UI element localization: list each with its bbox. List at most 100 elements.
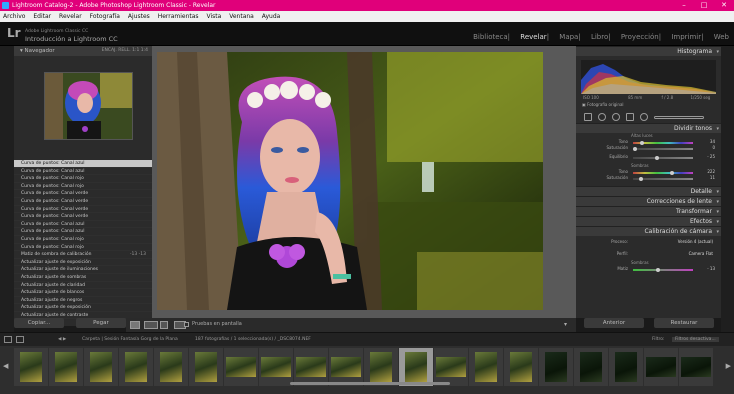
filmstrip-thumbnail[interactable] <box>189 348 223 386</box>
shadow-saturation-slider[interactable]: Saturación 11 <box>576 175 721 181</box>
toolbar-menu-icon[interactable]: ▾ <box>564 321 572 329</box>
module-imprimir[interactable]: Imprimir <box>671 33 701 41</box>
filmstrip-thumbnail[interactable] <box>609 348 643 386</box>
menu-ayuda[interactable]: Ayuda <box>262 13 281 20</box>
history-item[interactable]: Actualizar ajuste de blancos <box>14 289 152 297</box>
main-photo[interactable] <box>157 52 543 310</box>
filmstrip-thumbnail[interactable] <box>49 348 83 386</box>
history-item[interactable]: Curva de puntos: Canal rojo <box>14 244 152 252</box>
filmstrip-thumbnail[interactable] <box>644 348 678 386</box>
histogram[interactable] <box>581 60 716 94</box>
crop-tool-icon[interactable] <box>584 113 592 121</box>
filmstrip-thumbnail[interactable] <box>539 348 573 386</box>
history-item[interactable]: Curva de puntos: Canal verde <box>14 213 152 221</box>
menu-editar[interactable]: Editar <box>33 13 51 20</box>
before-after-menu-icon[interactable] <box>160 321 168 329</box>
reset-button[interactable]: Restaurar <box>654 318 714 328</box>
histogram-header[interactable]: Histograma <box>576 46 721 57</box>
calibration-tint-slider[interactable]: Matiz - 13 <box>576 266 721 272</box>
filter-select[interactable]: Filtros desactiva... <box>672 337 719 342</box>
grid-view-icon[interactable] <box>16 336 24 343</box>
filmstrip-thumbnail[interactable] <box>154 348 188 386</box>
history-item[interactable]: Curva de puntos: Canal rojo <box>14 236 152 244</box>
spot-removal-icon[interactable] <box>598 113 606 121</box>
filmstrip-thumbnail[interactable] <box>119 348 153 386</box>
filmstrip-right-arrow-icon[interactable]: ▶ <box>726 362 731 370</box>
history-item[interactable]: Curva de puntos: Canal rojo <box>14 183 152 191</box>
history-item[interactable]: Curva de puntos: Canal rojo <box>14 175 152 183</box>
history-item[interactable]: Curva de puntos: Canal azul <box>14 221 152 229</box>
menu-archivo[interactable]: Archivo <box>3 13 25 20</box>
split-toning-header[interactable]: Dividir tonos <box>576 123 721 134</box>
history-item[interactable]: Actualizar ajuste de exposición <box>14 259 152 267</box>
menu-revelar[interactable]: Revelar <box>59 13 82 20</box>
highlight-saturation-slider[interactable]: Saturación 0 <box>576 145 721 151</box>
history-item[interactable]: Curva de puntos: Canal azul <box>14 228 152 236</box>
filmstrip-thumbnail[interactable] <box>84 348 118 386</box>
filmstrip-scrollbar[interactable] <box>290 382 450 385</box>
filmstrip-thumbnail[interactable] <box>469 348 503 386</box>
history-item[interactable]: Curva de puntos: Canal azul <box>14 160 152 168</box>
filmstrip-left-arrow-icon[interactable]: ◀ <box>3 362 8 370</box>
history-item[interactable]: Actualizar ajuste de claridad <box>14 282 152 290</box>
filmstrip-thumbnail[interactable] <box>399 348 433 386</box>
history-item[interactable]: Actualizar ajuste de iluminaciones <box>14 266 152 274</box>
right-panel-edge[interactable] <box>721 46 734 346</box>
menu-herramientas[interactable]: Herramientas <box>158 13 199 20</box>
effects-header[interactable]: Efectos <box>576 216 721 227</box>
filmstrip-thumbnail[interactable] <box>434 348 468 386</box>
module-proyeccion[interactable]: Proyección <box>621 33 659 41</box>
filmstrip-thumbnail[interactable] <box>574 348 608 386</box>
maximize-button[interactable]: □ <box>694 0 714 11</box>
close-button[interactable]: ✕ <box>714 0 734 11</box>
filmstrip-thumbnail[interactable] <box>364 348 398 386</box>
before-after-icon[interactable] <box>144 321 158 329</box>
original-photo-row[interactable]: ▣ Fotografía original <box>576 102 721 109</box>
history-item[interactable]: Curva de puntos: Canal azul <box>14 168 152 176</box>
radial-filter-icon[interactable] <box>640 113 648 121</box>
loupe-view-icon[interactable] <box>130 321 140 329</box>
transform-header[interactable]: Transformar <box>576 206 721 217</box>
previous-button[interactable]: Anterior <box>584 318 644 328</box>
photo-canvas[interactable] <box>152 46 576 318</box>
minimize-button[interactable]: – <box>674 0 694 11</box>
red-eye-icon[interactable] <box>612 113 620 121</box>
history-item[interactable]: Curva de puntos: Canal verde <box>14 206 152 214</box>
history-item[interactable]: Curva de puntos: Canal verde <box>14 190 152 198</box>
navigator-preview[interactable] <box>44 72 133 140</box>
menu-ajustes[interactable]: Ajustes <box>128 13 150 20</box>
back-arrow-icon[interactable]: ◀ ▶ <box>58 337 66 342</box>
adjustment-brush-slider[interactable] <box>654 116 704 119</box>
menu-vista[interactable]: Vista <box>206 13 221 20</box>
filmstrip-thumbnail[interactable] <box>504 348 538 386</box>
navigator-zoom-options[interactable]: ENCAJ. RELL. 1:1 1:4 <box>102 46 148 56</box>
history-item[interactable]: Actualizar ajuste de sombras <box>14 274 152 282</box>
filmstrip-thumbnail[interactable] <box>224 348 258 386</box>
menu-fotografia[interactable]: Fotografía <box>90 13 120 20</box>
history-item[interactable]: Curva de puntos: Canal verde <box>14 198 152 206</box>
module-web[interactable]: Web <box>714 33 729 41</box>
detail-header[interactable]: Detalle <box>576 186 721 197</box>
filmstrip-thumbnail[interactable] <box>329 348 363 386</box>
filmstrip-source[interactable]: Carpeta | Sesión Fantasía Gorg de la Pla… <box>82 337 178 342</box>
lens-corrections-header[interactable]: Correcciones de lente <box>576 196 721 207</box>
filmstrip-thumbnail[interactable] <box>294 348 328 386</box>
module-libro[interactable]: Libro <box>591 33 608 41</box>
left-panel-edge[interactable] <box>0 46 14 346</box>
module-mapa[interactable]: Mapa <box>559 33 578 41</box>
history-item[interactable]: Matiz de sombra de calibración -13 -13 <box>14 251 152 259</box>
module-revelar[interactable]: Revelar <box>520 33 546 41</box>
secondary-display-icon[interactable] <box>4 336 12 343</box>
paste-settings-button[interactable]: Pegar <box>76 318 126 328</box>
menu-ventana[interactable]: Ventana <box>229 13 254 20</box>
graduated-filter-icon[interactable] <box>626 113 634 121</box>
navigator-header[interactable]: ▾ Navegador ENCAJ. RELL. 1:1 1:4 <box>14 46 152 56</box>
module-biblioteca[interactable]: Biblioteca <box>473 33 508 41</box>
copy-settings-button[interactable]: Copiar... <box>14 318 64 328</box>
filmstrip-thumbnail[interactable] <box>14 348 48 386</box>
filmstrip-thumbnail[interactable] <box>679 348 713 386</box>
filmstrip-thumbnail[interactable] <box>259 348 293 386</box>
history-item[interactable]: Actualizar ajuste de negros <box>14 297 152 305</box>
camera-profile-row[interactable]: Perfil: Camera Flat <box>576 248 721 260</box>
camera-calibration-header[interactable]: Calibración de cámara <box>576 226 721 237</box>
